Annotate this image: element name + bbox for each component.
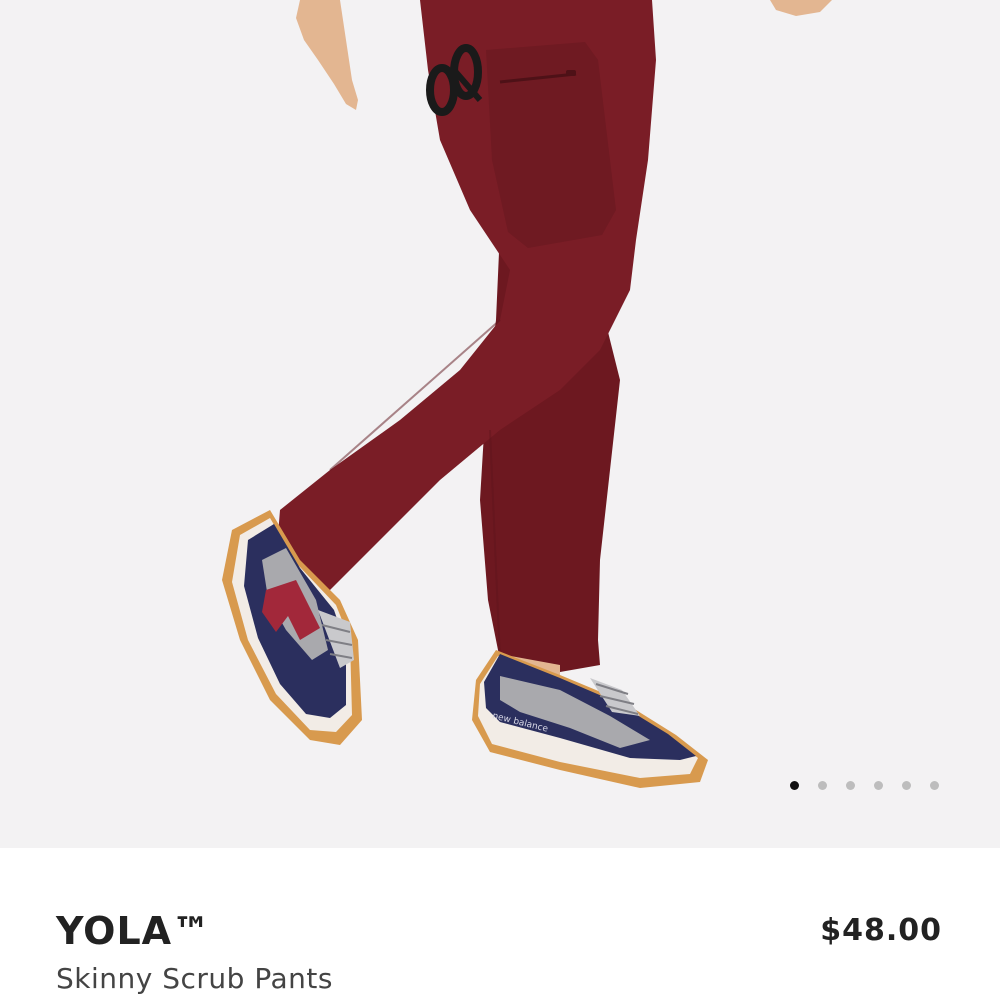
image-pagination-dots bbox=[790, 781, 939, 790]
pagination-dot-6[interactable] bbox=[930, 781, 939, 790]
model-left-hand bbox=[296, 0, 358, 110]
pagination-dot-2[interactable] bbox=[818, 781, 827, 790]
pagination-dot-1[interactable] bbox=[790, 781, 799, 790]
product-card: new balance YOLA™ Skinny Scrub Pants $48… bbox=[0, 0, 1000, 1000]
product-price: $48.00 bbox=[820, 913, 942, 948]
back-sneaker: new balance bbox=[472, 650, 708, 788]
product-photo[interactable]: new balance bbox=[0, 0, 1000, 848]
pants-cargo-pocket bbox=[486, 42, 616, 248]
product-name: YOLA™ bbox=[56, 909, 212, 953]
pagination-dot-3[interactable] bbox=[846, 781, 855, 790]
product-subtitle: Skinny Scrub Pants bbox=[56, 962, 333, 995]
pagination-dot-5[interactable] bbox=[902, 781, 911, 790]
model-right-hand bbox=[770, 0, 832, 16]
pagination-dot-4[interactable] bbox=[874, 781, 883, 790]
product-info: YOLA™ Skinny Scrub Pants $48.00 bbox=[0, 848, 1000, 1000]
product-image-gallery[interactable]: new balance bbox=[0, 0, 1000, 848]
